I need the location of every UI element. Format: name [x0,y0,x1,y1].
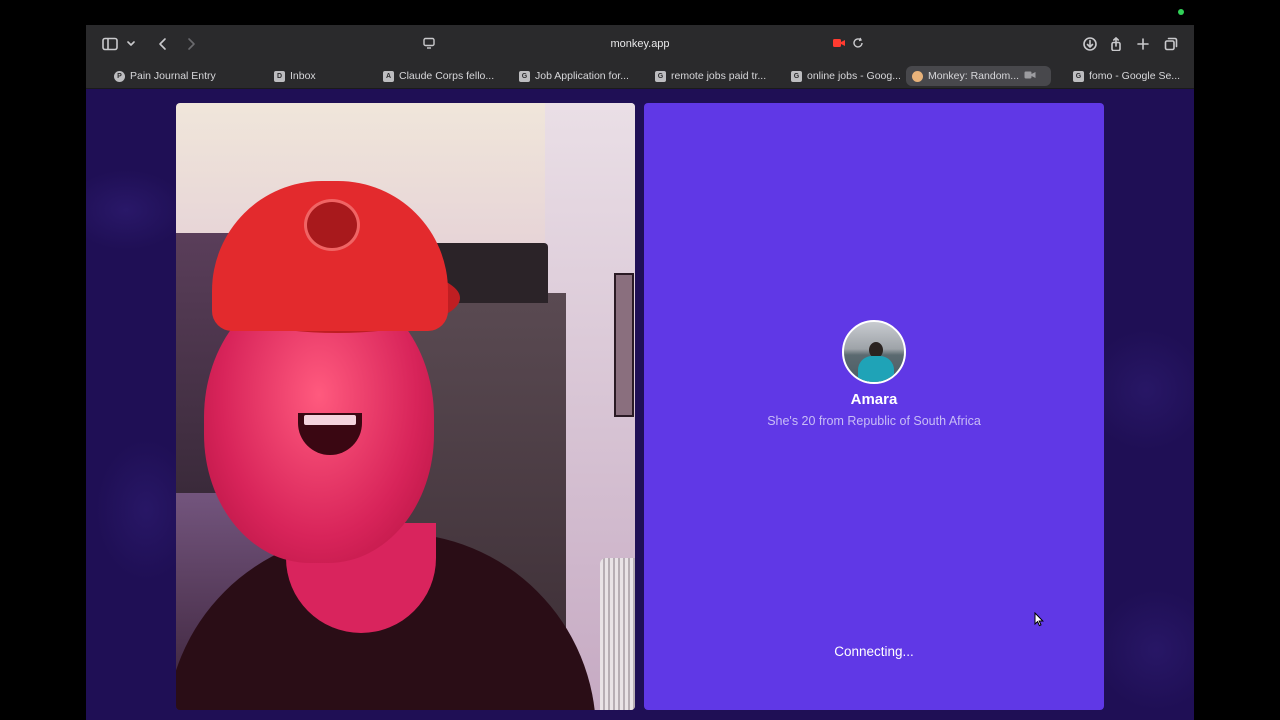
download-icon [1083,37,1097,51]
tab-remote-jobs[interactable]: G remote jobs paid tr... [649,66,779,86]
tab-label: remote jobs paid tr... [671,70,767,82]
tab-job-application[interactable]: G Job Application for... [513,66,643,86]
tab-favicon: G [1073,70,1084,82]
tab-pain-journal[interactable]: P Pain Journal Entry [108,66,240,86]
match-details: She's 20 from Republic of South Africa [767,414,981,428]
sidebar-toggle-button[interactable] [98,34,138,54]
tab-label: Job Application for... [535,70,629,82]
chevron-left-icon [159,38,166,50]
camera-in-use-icon[interactable] [832,36,846,54]
new-tab-button[interactable] [1133,34,1153,54]
monkey-favicon-icon [912,70,923,82]
forward-button[interactable] [180,34,202,54]
connection-status: Connecting... [834,644,914,659]
match-name: Amara [850,391,898,408]
status-dot [1178,9,1184,15]
tab-favicon: G [519,70,530,82]
tab-favicon: G [791,70,802,82]
back-button[interactable] [152,34,174,54]
mouse-cursor-icon [1034,611,1044,632]
tab-label: Inbox [290,70,316,82]
browser-toolbar: monkey.app [86,25,1194,63]
sidebar-icon [102,37,135,51]
tab-label: fomo - Google Se... [1089,70,1181,82]
self-video [176,103,635,710]
tab-claude-corps[interactable]: A Claude Corps fello... [377,66,507,86]
avatar-torso [858,356,894,382]
tab-favicon: A [383,70,394,82]
video-laundry-basket [600,558,635,710]
tabs-overview-icon [1164,37,1178,51]
downloads-button[interactable] [1080,34,1100,54]
tab-label: online jobs - Goog... [807,70,901,82]
plus-icon [1137,38,1149,50]
tab-inbox[interactable]: D Inbox [268,66,368,86]
tab-overview-button[interactable] [1161,34,1181,54]
tab-online-jobs[interactable]: G online jobs - Goog... [785,66,915,86]
tab-label: Monkey: Random... [928,70,1020,82]
tab-favicon: G [655,70,666,82]
reload-icon[interactable] [852,36,864,54]
tab-label: Pain Journal Entry [130,70,216,82]
tab-monkey[interactable]: Monkey: Random... [906,66,1051,86]
person-teeth [304,415,356,425]
url-text: monkey.app [610,38,670,50]
tab-label: Claude Corps fello... [399,70,495,82]
tab-favicon: D [274,70,285,82]
share-icon [1111,37,1121,51]
video-picture-frame [614,273,634,417]
page-content: Amara She's 20 from Republic of South Af… [86,90,1194,720]
browser-window: monkey.app P Pain Journal Entry D Inbox … [86,25,1194,720]
match-avatar [842,320,906,384]
cap-logo [304,199,360,251]
share-button[interactable] [1106,34,1126,54]
chevron-right-icon [188,38,195,50]
address-bar[interactable]: monkey.app [416,33,864,55]
tab-bar: P Pain Journal Entry D Inbox A Claude Co… [86,63,1194,89]
camera-icon [1024,70,1036,83]
tab-favicon: P [114,70,125,82]
page-settings-icon[interactable] [422,36,436,55]
tab-fomo[interactable]: G fomo - Google Se... [1067,66,1187,86]
